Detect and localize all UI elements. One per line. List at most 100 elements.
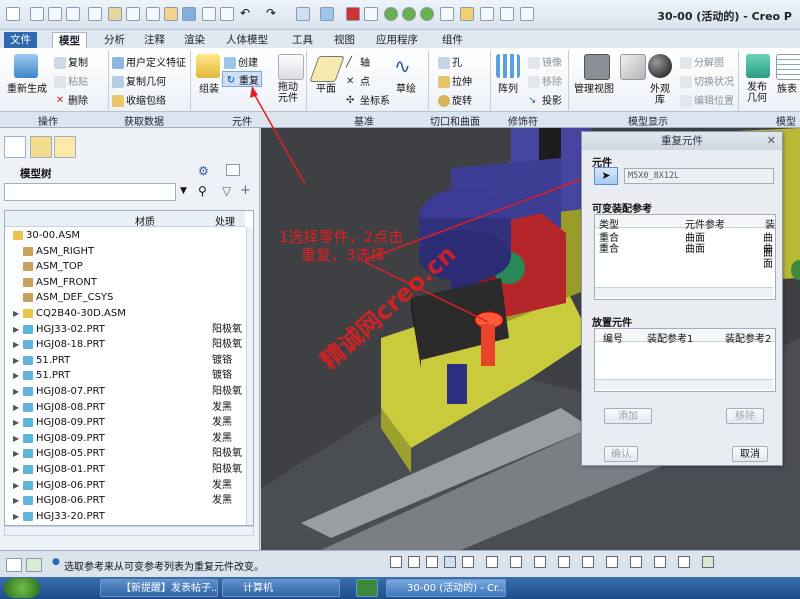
- expand-arrow-icon[interactable]: ▶: [13, 446, 19, 461]
- close-icon[interactable]: ✕: [767, 134, 776, 147]
- assemble-button[interactable]: 组装: [192, 84, 226, 95]
- tree-search-input[interactable]: [4, 183, 176, 201]
- tab-render[interactable]: 渲染: [178, 32, 211, 48]
- shrinkwrap-button[interactable]: 收缩包络: [112, 92, 166, 107]
- tree-row[interactable]: ▶ HGJ08-06.PRT 发黑: [5, 478, 245, 494]
- column-material[interactable]: 材质: [135, 213, 155, 228]
- expand-arrow-icon[interactable]: ▶: [13, 384, 19, 399]
- tree-row[interactable]: ▶ CQ2B40-30D.ASM: [5, 306, 245, 322]
- expand-arrow-icon[interactable]: ▶: [13, 337, 19, 352]
- csys-button[interactable]: ✣ 坐标系: [346, 92, 390, 107]
- tab-model[interactable]: 模型: [52, 32, 87, 49]
- open-folder-icon[interactable]: [164, 7, 178, 21]
- explode-view-button[interactable]: 分解图: [680, 54, 724, 69]
- repaint-icon[interactable]: [444, 556, 456, 568]
- undo-icon[interactable]: ↶: [240, 7, 254, 21]
- open-file-icon[interactable]: [48, 7, 62, 21]
- tree-scrollbar[interactable]: [246, 227, 253, 525]
- tree-columns-icon[interactable]: [226, 164, 240, 176]
- redo-icon[interactable]: ↷: [266, 7, 280, 21]
- tab-assembly[interactable]: 组件: [436, 32, 469, 48]
- tree-row[interactable]: ▶ HGJ08-09.PRT 发黑: [5, 431, 245, 447]
- copy-button[interactable]: 复制: [54, 54, 88, 69]
- tree-row[interactable]: ▶ HGJ08-06.PRT 发黑: [5, 493, 245, 509]
- component-field[interactable]: M5X0_8X12L: [624, 168, 774, 184]
- group-component[interactable]: 元件: [232, 113, 252, 128]
- expand-arrow-icon[interactable]: ▶: [13, 462, 19, 477]
- remove-button[interactable]: 移除: [726, 408, 764, 424]
- tab-file[interactable]: 文件: [4, 32, 37, 48]
- copy-geometry-button[interactable]: 复制几何: [112, 73, 166, 88]
- expand-arrow-icon[interactable]: ▶: [13, 509, 19, 524]
- revolve-button[interactable]: 旋转: [438, 92, 472, 107]
- start-button-icon[interactable]: [4, 578, 40, 598]
- cancel-button[interactable]: 取消: [732, 446, 768, 462]
- appearance-icon[interactable]: [460, 7, 474, 21]
- tree-row[interactable]: 30-00.ASM: [5, 228, 245, 244]
- point-display-icon[interactable]: [606, 556, 618, 568]
- create-button[interactable]: 创建: [224, 54, 258, 69]
- folder-browser-tab-icon[interactable]: [30, 136, 52, 158]
- toggle-status-button[interactable]: 切换状况: [680, 73, 734, 88]
- tree-row[interactable]: ASM_RIGHT: [5, 244, 245, 260]
- taskbar-item-creo[interactable]: 30-00 (活动的) - Cr...: [386, 579, 506, 597]
- axis-button[interactable]: ╱ 轴: [346, 54, 370, 69]
- tab-analysis[interactable]: 分析: [98, 32, 131, 48]
- search-dropdown-icon[interactable]: ▼: [180, 186, 187, 196]
- group-model-display[interactable]: 模型显示: [628, 113, 668, 128]
- pattern-button[interactable]: 阵列: [492, 84, 524, 95]
- tool-icon[interactable]: [88, 7, 102, 21]
- tab-manikin[interactable]: 人体模型: [220, 32, 274, 48]
- group-cut-surface[interactable]: 切口和曲面: [430, 113, 480, 128]
- binoculars-icon[interactable]: ⚲: [198, 184, 207, 198]
- filter-icon[interactable]: ▽: [222, 184, 231, 198]
- appearance-gallery-button[interactable]: 外观 库: [646, 84, 674, 106]
- display-style-icon[interactable]: [486, 556, 498, 568]
- shading-icon[interactable]: [346, 7, 360, 21]
- tree-row[interactable]: ▶ HGJ08-08.PRT 发黑: [5, 400, 245, 416]
- remove-button[interactable]: 移除: [528, 73, 562, 88]
- tree-settings-icon[interactable]: ⚙: [198, 164, 209, 178]
- zoom-out-icon[interactable]: [408, 556, 420, 568]
- var-row[interactable]: 重合 曲面 曲面: [595, 229, 775, 259]
- tree-row[interactable]: ▶ HGJ08-07.PRT 阳极氧: [5, 384, 245, 400]
- regenerate-icon[interactable]: [66, 7, 80, 21]
- saved-views-icon[interactable]: [462, 556, 474, 568]
- edit-position-button[interactable]: 编辑位置: [680, 92, 734, 107]
- select-component-button[interactable]: ➤: [594, 167, 618, 185]
- tree-row[interactable]: ▶ HGJ08-09.PRT 发黑: [5, 415, 245, 431]
- expand-arrow-icon[interactable]: ▶: [13, 368, 19, 383]
- add-button[interactable]: 添加: [604, 408, 652, 424]
- green-sphere-icon-3[interactable]: [420, 7, 434, 21]
- tree-row[interactable]: ASM_TOP: [5, 259, 245, 275]
- display-icon[interactable]: [500, 7, 514, 21]
- save-icon[interactable]: [108, 7, 122, 21]
- regenerate-button[interactable]: 重新生成: [4, 84, 50, 95]
- place-table-scrollbar[interactable]: [595, 379, 773, 389]
- new-file-icon[interactable]: [30, 7, 44, 21]
- sync-icon[interactable]: [296, 7, 310, 21]
- group-operations[interactable]: 操作: [38, 113, 58, 128]
- group-modifiers[interactable]: 修饰符: [508, 113, 538, 128]
- manage-views-button[interactable]: 管理视图: [572, 84, 616, 95]
- tab-applications[interactable]: 应用程序: [370, 32, 424, 48]
- project-button[interactable]: ↘ 投影: [528, 92, 562, 107]
- confirm-button[interactable]: 确认: [604, 446, 638, 462]
- refit-icon[interactable]: [426, 556, 438, 568]
- var-row[interactable]: 重合 曲面 曲面: [595, 240, 775, 270]
- more-icon[interactable]: [520, 7, 534, 21]
- taskbar-item-computer[interactable]: 计算机: [222, 579, 340, 597]
- var-table-scrollbar[interactable]: [595, 287, 773, 297]
- window-icon[interactable]: [202, 7, 216, 21]
- drag-component-button[interactable]: 拖动 元件: [270, 82, 306, 104]
- toggle-navigator-icon[interactable]: [6, 558, 22, 572]
- select-icon[interactable]: [320, 7, 334, 21]
- tab-annotate[interactable]: 注释: [138, 32, 171, 48]
- group-model-intent[interactable]: 模型: [776, 113, 796, 128]
- favorites-tab-icon[interactable]: [54, 136, 76, 158]
- sketch-button[interactable]: 草绘: [388, 84, 424, 95]
- add-icon[interactable]: +: [240, 183, 251, 198]
- view-manager-icon[interactable]: [510, 556, 522, 568]
- tab-tools[interactable]: 工具: [286, 32, 319, 48]
- pen-icon[interactable]: [480, 7, 494, 21]
